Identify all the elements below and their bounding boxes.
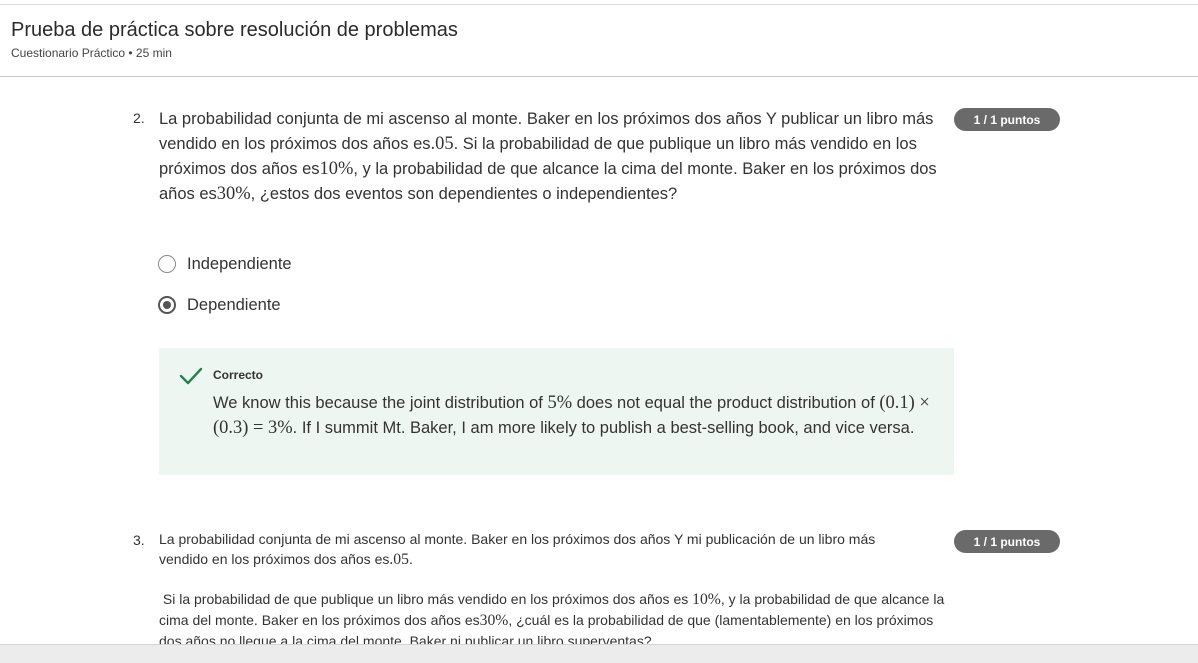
page-subtitle: Cuestionario Práctico • 25 min <box>11 46 172 60</box>
math-value: 10% <box>319 158 354 178</box>
page-title: Prueba de práctica sobre resolución de p… <box>11 19 458 41</box>
feedback-panel: Correcto We know this because the joint … <box>159 348 954 475</box>
math-value: .05 <box>430 133 454 153</box>
math-value: 30% <box>216 183 251 203</box>
question-3-body: Si la probabilidad de que publique un li… <box>159 589 959 651</box>
option-independiente[interactable]: Independiente <box>158 253 292 275</box>
question-3-text-part: La probabilidad conjunta de mi ascenso a… <box>159 531 876 567</box>
option-label: Independiente <box>187 254 292 273</box>
page-header: Prueba de práctica sobre resolución de p… <box>0 5 1198 77</box>
option-dependiente[interactable]: Dependiente <box>158 294 281 316</box>
question-3-body-part: Si la probabilidad de que publique un li… <box>162 591 693 607</box>
option-label: Dependiente <box>187 295 281 314</box>
bottom-bar <box>0 644 1198 663</box>
feedback-text-part: We know this because the joint distribut… <box>213 394 548 412</box>
question-3-text: La probabilidad conjunta de mi ascenso a… <box>159 529 919 570</box>
math-value: .05 <box>389 551 409 568</box>
feedback-text-part: . If I summit Mt. Baker, I am more likel… <box>292 419 915 437</box>
feedback-status: Correcto <box>213 368 264 382</box>
math-value: 5% <box>547 392 573 412</box>
math-value: 10% <box>692 591 721 608</box>
question-2-points-badge: 1 / 1 puntos <box>954 108 1060 131</box>
radio-unchecked-icon[interactable] <box>158 255 176 273</box>
question-2-text: La probabilidad conjunta de mi ascenso a… <box>159 107 954 206</box>
check-icon <box>179 367 203 385</box>
question-3-number: 3. <box>133 532 145 548</box>
question-2-number: 2. <box>133 110 145 126</box>
math-value: 30% <box>479 612 509 629</box>
question-3-points-badge: 1 / 1 puntos <box>954 530 1060 553</box>
question-2-text-part: , ¿estos dos eventos son dependientes o … <box>250 185 678 203</box>
question-3-text-part: . <box>408 551 413 567</box>
feedback-text-part: does not equal the product distribution … <box>572 394 880 412</box>
feedback-explanation: We know this because the joint distribut… <box>213 390 933 440</box>
radio-checked-icon[interactable] <box>158 296 176 314</box>
